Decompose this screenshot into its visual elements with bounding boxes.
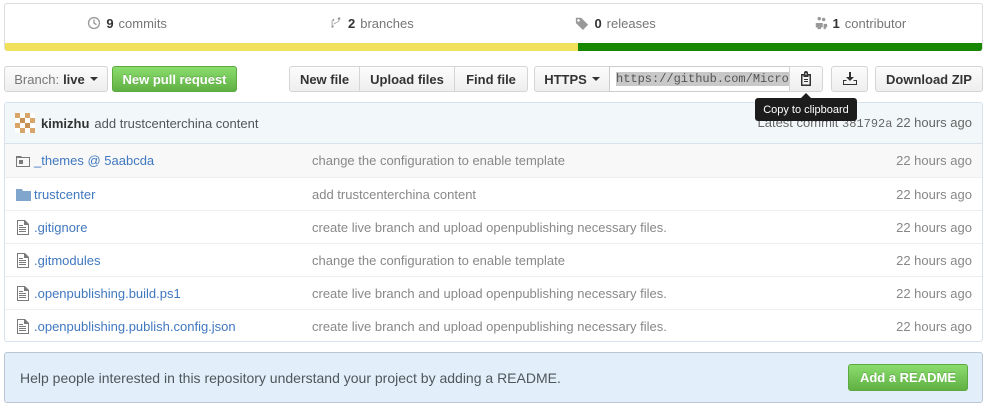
folder-icon [15, 186, 31, 202]
file-name-link[interactable]: .gitignore [34, 220, 87, 235]
open-desktop-button[interactable] [831, 66, 868, 92]
language-bar-segment[interactable] [577, 43, 982, 51]
file-commit-message[interactable]: create live branch and upload openpublis… [312, 286, 667, 301]
file-age: 22 hours ago [896, 219, 972, 235]
releases-count: 0 [594, 15, 602, 31]
organization-icon [815, 16, 827, 30]
readme-prompt: Help people interested in this repositor… [4, 352, 983, 403]
protocol-select-button[interactable]: HTTPS [534, 66, 610, 92]
file-commit-message[interactable]: change the configuration to enable templ… [312, 253, 565, 268]
copy-clipboard-button[interactable] [789, 66, 823, 92]
commits-label: commits [118, 15, 167, 31]
submodule-icon [15, 153, 31, 169]
branch-label: Branch: [14, 71, 60, 87]
find-file-button[interactable]: Find file [454, 66, 528, 92]
branch-value: live [63, 71, 85, 87]
file-commit-message[interactable]: create live branch and upload openpublis… [312, 220, 667, 235]
contributors-count: 1 [832, 15, 840, 31]
language-bar-segment[interactable] [5, 43, 578, 51]
readme-prompt-text: Help people interested in this repositor… [20, 369, 561, 386]
file-name-link[interactable]: .openpublishing.build.ps1 [34, 286, 181, 301]
clipboard-icon [801, 71, 811, 86]
upload-files-button[interactable]: Upload files [359, 66, 455, 92]
contributors-label: contributor [844, 15, 907, 31]
caret-down-icon [89, 77, 98, 81]
file-row: .gitmodules change the configuration to e… [5, 243, 982, 276]
commits-count: 9 [106, 15, 114, 31]
clone-url-input[interactable]: https://github.com/Micros [609, 66, 790, 92]
file-row: .gitignore create live branch and upload … [5, 210, 982, 243]
commit-author[interactable]: kimizhu [41, 116, 89, 131]
file-row: trustcenter add trustcenterchina content 2… [5, 177, 982, 210]
file-name-link[interactable]: _themes @ 5aabcda [34, 153, 154, 168]
branch-icon [331, 17, 341, 28]
file-commit-message[interactable]: add trustcenterchina content [312, 187, 476, 202]
branches-label: branches [360, 15, 414, 31]
branches-count: 2 [348, 15, 356, 31]
file-text-icon [15, 252, 31, 268]
repo-summary: 9 commits 2 branches 0 releases 1 contri… [4, 3, 983, 51]
commit-message[interactable]: add trustcenterchina content [94, 116, 258, 131]
caret-down-icon [591, 77, 600, 81]
file-commit-message[interactable]: change the configuration to enable templ… [312, 153, 565, 168]
file-age: 22 hours ago [896, 186, 972, 202]
tag-icon [576, 17, 589, 30]
new-pull-request-button[interactable]: New pull request [112, 66, 237, 92]
contributors-link[interactable]: 1 contributor [738, 4, 982, 42]
file-row: .openpublishing.publish.config.json creat… [5, 309, 982, 341]
releases-link[interactable]: 0 releases [494, 4, 738, 42]
file-name-link[interactable]: trustcenter [34, 187, 95, 202]
file-row: .openpublishing.build.ps1 create live bra… [5, 276, 982, 309]
avatar[interactable] [15, 113, 35, 133]
new-file-button[interactable]: New file [289, 66, 360, 92]
file-name-link[interactable]: .openpublishing.publish.config.json [34, 319, 236, 334]
history-icon [88, 16, 101, 30]
commit-age: 22 hours ago [896, 115, 972, 130]
add-readme-button[interactable]: Add a README [847, 364, 968, 391]
releases-label: releases [606, 15, 656, 31]
commits-link[interactable]: 9 commits [5, 4, 249, 42]
protocol-label: HTTPS [544, 71, 587, 87]
desktop-download-icon [842, 72, 857, 85]
branches-link[interactable]: 2 branches [249, 4, 493, 42]
file-name-link[interactable]: .gitmodules [34, 253, 100, 268]
file-table: kimizhu add trustcenterchina content Lat… [4, 102, 983, 342]
clone-url-text: https://github.com/Micros [616, 72, 789, 86]
language-bar[interactable] [5, 43, 982, 51]
file-age: 22 hours ago [896, 153, 972, 168]
file-age: 22 hours ago [896, 252, 972, 268]
file-age: 22 hours ago [896, 285, 972, 301]
branch-select-button[interactable]: Branch: live [4, 66, 108, 92]
file-text-icon [15, 285, 31, 301]
file-text-icon [15, 219, 31, 235]
download-zip-button[interactable]: Download ZIP [875, 66, 983, 92]
file-commit-message[interactable]: create live branch and upload openpublis… [312, 319, 667, 334]
file-age: 22 hours ago [896, 318, 972, 334]
file-text-icon [15, 318, 31, 334]
copy-tooltip: Copy to clipboard [755, 93, 857, 121]
file-row: _themes @ 5aabcda change the configuratio… [5, 144, 982, 177]
